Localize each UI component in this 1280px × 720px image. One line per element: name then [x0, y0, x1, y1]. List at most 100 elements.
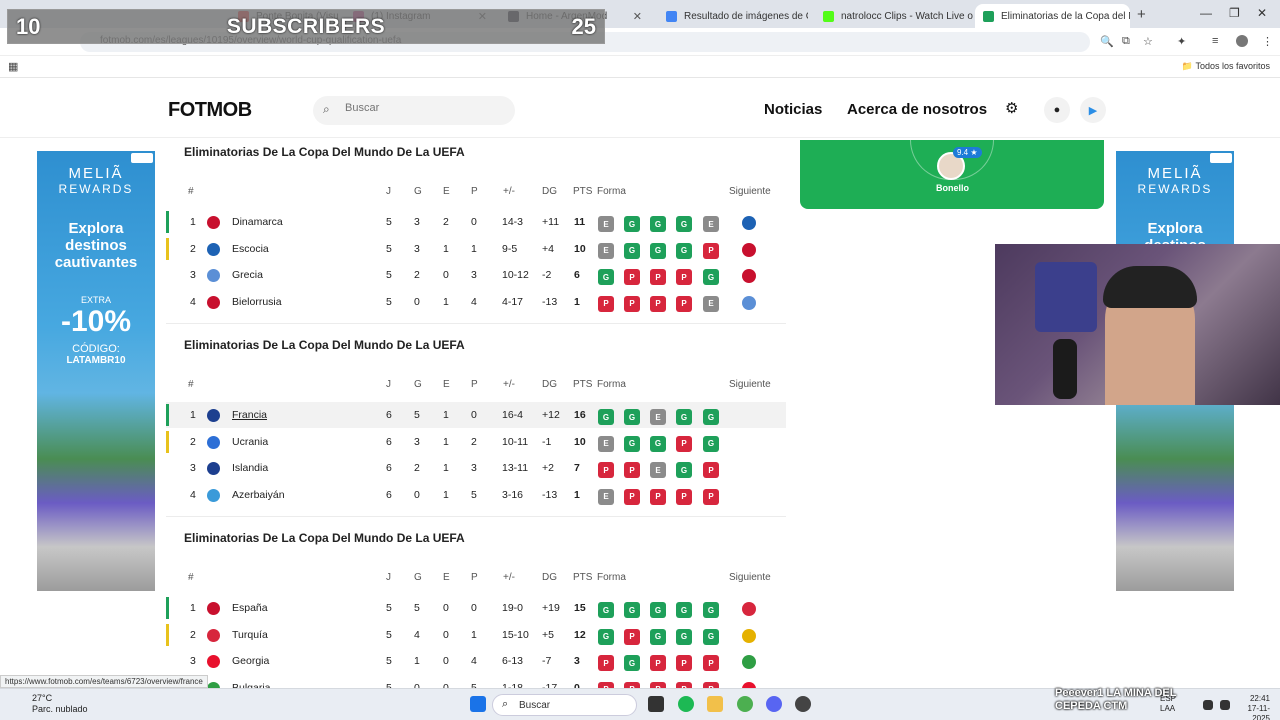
team-name[interactable]: Francia [232, 409, 267, 421]
form-badge[interactable]: P [624, 269, 640, 285]
form-badge[interactable]: G [703, 628, 719, 645]
discord-icon[interactable] [766, 696, 782, 712]
apps-grid-icon[interactable]: ▦ [8, 60, 18, 73]
next-opponent-flag-icon[interactable] [742, 216, 756, 230]
form-badge[interactable]: G [650, 435, 666, 452]
windows-start-icon[interactable] [470, 696, 486, 712]
bookmark-star-icon[interactable]: ☆ [1143, 35, 1153, 48]
form-badge[interactable]: P [598, 295, 614, 312]
form-badge[interactable]: G [624, 409, 640, 425]
form-badge[interactable]: P [650, 269, 666, 285]
form-badge[interactable]: P [598, 462, 614, 478]
table-row[interactable]: 2 Ucrania 6 3 1 2 10-11 -1 10 E G G P G [166, 429, 786, 455]
file-explorer-icon[interactable] [707, 696, 723, 712]
form-badge[interactable]: P [676, 655, 692, 671]
volume-icon[interactable] [1220, 700, 1230, 710]
close-window-icon[interactable]: ✕ [1257, 6, 1267, 20]
table-row[interactable]: 3 Grecia 5 2 0 3 10-12 -2 6 G P P P G [166, 262, 786, 288]
form-badge[interactable]: G [676, 242, 692, 259]
form-badge[interactable]: G [624, 435, 640, 452]
play-store-icon[interactable]: ▶ [1080, 97, 1106, 123]
team-name[interactable]: Turquía [232, 629, 268, 641]
form-badge[interactable]: P [676, 435, 692, 452]
team-name[interactable]: Islandia [232, 462, 268, 474]
team-name[interactable]: Georgia [232, 655, 269, 667]
search-input[interactable] [345, 102, 505, 114]
left-ad-banner[interactable]: MELIÃ REWARDS Explora destinos cautivant… [37, 151, 155, 591]
spotify-icon[interactable] [678, 696, 694, 712]
form-badge[interactable]: G [676, 462, 692, 478]
form-badge[interactable]: G [703, 409, 719, 425]
taskbar-search[interactable]: ⌕ Buscar [492, 694, 637, 716]
form-badge[interactable]: E [650, 462, 666, 478]
form-badge[interactable]: P [624, 628, 640, 645]
team-name[interactable]: Dinamarca [232, 216, 283, 228]
form-badge[interactable]: E [650, 409, 666, 425]
install-icon[interactable]: ⧉ [1122, 35, 1130, 48]
form-badge[interactable]: P [703, 488, 719, 505]
form-badge[interactable]: P [676, 269, 692, 285]
next-opponent-flag-icon[interactable] [742, 295, 756, 310]
next-opponent-flag-icon[interactable] [742, 269, 756, 283]
form-badge[interactable]: G [624, 655, 640, 671]
form-badge[interactable]: E [703, 216, 719, 232]
chrome-icon[interactable] [737, 696, 753, 712]
next-opponent-flag-icon[interactable] [742, 242, 756, 257]
form-badge[interactable]: E [598, 435, 614, 452]
fotmob-logo[interactable]: FOTMOB [168, 99, 252, 122]
team-name[interactable]: Grecia [232, 269, 263, 281]
table-row[interactable]: 1 España 5 5 0 0 19-0 +19 15 G G G G G [166, 595, 786, 621]
form-badge[interactable]: P [624, 462, 640, 478]
wifi-icon[interactable] [1203, 700, 1213, 710]
form-badge[interactable]: G [598, 628, 614, 645]
form-badge[interactable]: G [676, 602, 692, 618]
form-badge[interactable]: P [650, 655, 666, 671]
menu-icon[interactable]: ⋮ [1262, 35, 1273, 48]
restore-icon[interactable]: ❐ [1229, 6, 1240, 20]
table-row[interactable]: 1 Dinamarca 5 3 2 0 14-3 +11 11 E G G G E [166, 209, 786, 235]
obs-icon[interactable] [795, 696, 811, 712]
next-opponent-flag-icon[interactable] [742, 602, 756, 616]
table-row[interactable]: 2 Escocia 5 3 1 1 9-5 +4 10 E G G G P [166, 236, 786, 262]
form-badge[interactable]: G [703, 435, 719, 452]
form-badge[interactable]: P [676, 488, 692, 505]
all-bookmarks-link[interactable]: 📁 Todos los favoritos [1182, 61, 1270, 72]
form-badge[interactable]: G [598, 602, 614, 618]
minimize-icon[interactable]: — [1200, 6, 1212, 20]
form-badge[interactable]: P [703, 655, 719, 671]
table-row[interactable]: 3 Georgia 5 1 0 4 6-13 -7 3 P G P P P [166, 648, 786, 674]
form-badge[interactable]: P [650, 488, 666, 505]
tab-close-icon[interactable]: ✕ [627, 10, 642, 23]
apple-icon[interactable]: ● [1044, 97, 1070, 123]
form-badge[interactable]: P [703, 242, 719, 259]
weather-widget[interactable]: 27°C Parc. nublado [10, 693, 88, 715]
form-badge[interactable]: G [650, 628, 666, 645]
form-badge[interactable]: G [703, 269, 719, 285]
form-badge[interactable]: P [624, 488, 640, 505]
team-name[interactable]: Azerbaiyán [232, 489, 285, 501]
table-row[interactable]: 4 Bielorrusia 5 0 1 4 4-17 -13 1 P P P P E [166, 289, 786, 315]
form-badge[interactable]: G [650, 216, 666, 232]
table-row[interactable]: 3 Islandia 6 2 1 3 13-11 +2 7 P P E G P [166, 455, 786, 481]
form-badge[interactable]: P [650, 295, 666, 312]
form-badge[interactable]: G [676, 409, 692, 425]
form-badge[interactable]: G [650, 602, 666, 618]
team-name[interactable]: Bielorrusia [232, 296, 282, 308]
table-row[interactable]: 4 Azerbaiyán 6 0 1 5 3-16 -13 1 E P P P P [166, 482, 786, 508]
task-view-icon[interactable] [648, 696, 664, 712]
player-name[interactable]: Bonello [936, 183, 969, 193]
form-badge[interactable]: P [598, 655, 614, 671]
browser-tab[interactable]: natrolocc Clips - Watch Live on✕ [815, 4, 973, 28]
gear-icon[interactable]: ⚙ [1005, 99, 1018, 117]
table-row[interactable]: 2 Turquía 5 4 0 1 15-10 +5 12 G P G G G [166, 622, 786, 648]
team-name[interactable]: Ucrania [232, 436, 268, 448]
team-name[interactable]: Escocia [232, 243, 269, 255]
form-badge[interactable]: P [624, 295, 640, 312]
form-badge[interactable]: G [598, 269, 614, 285]
clock[interactable]: 22:41 17-11-2025 [1230, 694, 1270, 720]
next-opponent-flag-icon[interactable] [742, 655, 756, 669]
form-badge[interactable]: E [598, 216, 614, 232]
form-badge[interactable]: G [624, 602, 640, 618]
form-badge[interactable]: G [624, 216, 640, 232]
reading-list-icon[interactable]: ≡ [1212, 35, 1218, 47]
